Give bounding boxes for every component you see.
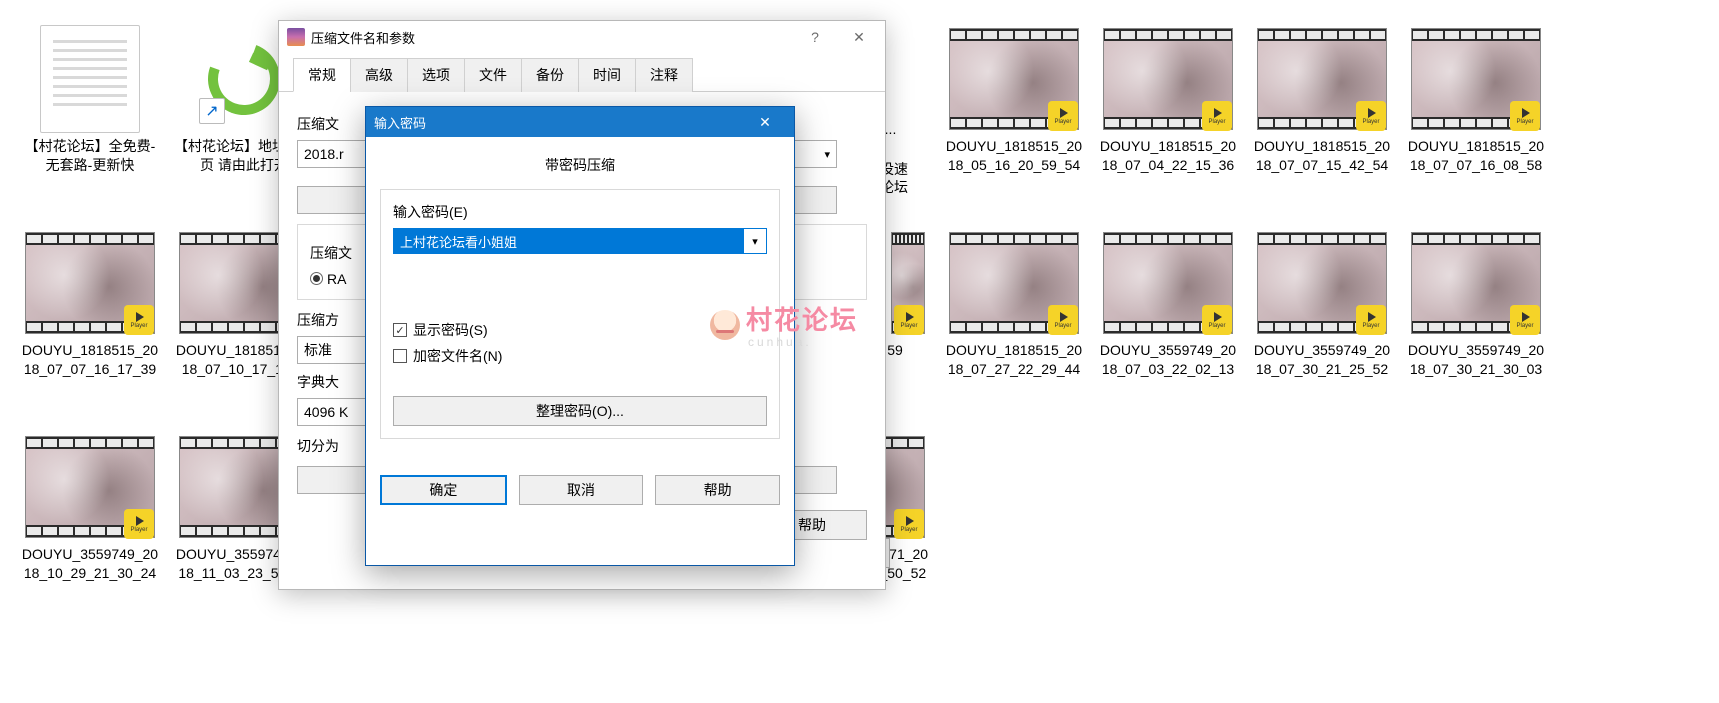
player-badge-icon: Player — [1356, 305, 1386, 335]
video-file[interactable]: Player DOUYU_1818515_2018_07_27_22_29_44 — [939, 229, 1089, 429]
dialog2-cancel-button[interactable]: 取消 — [519, 475, 644, 505]
dialog2-subtitle: 带密码压缩 — [380, 155, 780, 175]
checkbox-unchecked-icon — [393, 349, 407, 363]
video-file[interactable]: Player DOUYU_1818515_2018_07_07_16_17_39 — [15, 229, 165, 429]
dict-select[interactable]: 4096 K — [297, 398, 367, 426]
show-password-label: 显示密码(S) — [413, 320, 488, 340]
filename-label: 压缩文 — [297, 114, 339, 134]
video-file[interactable]: Player DOUYU_3559749_2018_07_30_21_30_03 — [1401, 229, 1551, 429]
file-label: DOUYU_1818515_2018_07_07_16_08_58 — [1406, 137, 1546, 175]
video-file[interactable]: Player DOUYU_3559749_2018_07_03_22_02_13 — [1093, 229, 1243, 429]
password-dialog: 输入密码 ✕ 带密码压缩 输入密码(E) 上村花论坛看小姐姐 ▾ ✓ 显示密码(… — [365, 106, 795, 566]
password-combobox[interactable]: 上村花论坛看小姐姐 ▾ — [393, 228, 767, 254]
file-label: DOUYU_1818515_2018_07_07_16_17_39 — [20, 341, 160, 379]
file-label: DOUYU_1818515_2018_05_16_20_59_54 — [944, 137, 1084, 175]
tab-时间[interactable]: 时间 — [578, 58, 636, 92]
file-label: DOUYU_1818515_2018_07_07_15_42_54 — [1252, 137, 1392, 175]
player-badge-icon: Player — [1510, 305, 1540, 335]
chevron-down-icon: ▾ — [824, 148, 830, 161]
dialog1-tabs: 常规高级选项文件备份时间注释 — [279, 53, 885, 92]
show-password-checkbox[interactable]: ✓ 显示密码(S) — [393, 320, 767, 340]
player-badge-icon: Player — [1356, 101, 1386, 131]
dialog2-close-button[interactable]: ✕ — [744, 108, 786, 136]
player-badge-icon: Player — [124, 305, 154, 335]
player-badge-icon: Player — [894, 509, 924, 539]
dialog2-ok-button[interactable]: 确定 — [380, 475, 507, 505]
dialog2-help-button[interactable]: 帮助 — [655, 475, 780, 505]
method-label: 压缩方 — [297, 310, 339, 330]
shortcut-arrow-icon: ↗ — [199, 98, 225, 124]
file-label: DOUYU_3559749_2018_07_30_21_25_52 — [1252, 341, 1392, 379]
dialog1-titlebar[interactable]: 压缩文件名和参数 ? ✕ — [279, 21, 885, 53]
format-label: 压缩文 — [310, 243, 352, 263]
rar-icon — [287, 28, 305, 46]
dialog2-title: 输入密码 — [374, 113, 744, 132]
tab-选项[interactable]: 选项 — [407, 58, 465, 92]
text-doc-icon — [40, 25, 140, 133]
format-rar-radio[interactable]: RA — [310, 271, 346, 287]
player-badge-icon: Player — [894, 305, 924, 335]
player-badge-icon: Player — [1202, 305, 1232, 335]
video-file[interactable]: Player DOUYU_3559749_2018_07_30_21_25_52 — [1247, 229, 1397, 429]
player-badge-icon: Player — [1510, 101, 1540, 131]
player-badge-icon: Player — [1048, 305, 1078, 335]
dialog2-titlebar[interactable]: 输入密码 ✕ — [366, 107, 794, 137]
file-label: DOUYU_3559749_2018_07_03_22_02_13 — [1098, 341, 1238, 379]
file-label: DOUYU_3559749_2018_07_30_21_30_03 — [1406, 341, 1546, 379]
player-badge-icon: Player — [1048, 101, 1078, 131]
file-label: DOUYU_1818515_2018_07_04_22_15_36 — [1098, 137, 1238, 175]
video-file[interactable]: Player DOUYU_1818515_2018_07_07_15_42_54 — [1247, 25, 1397, 225]
browser-icon: ↗ — [199, 34, 289, 124]
dialog1-title: 压缩文件名和参数 — [311, 28, 793, 47]
encrypt-filenames-label: 加密文件名(N) — [413, 346, 502, 366]
video-file[interactable]: Player DOUYU_3559749_2018_10_29_21_30_24 — [15, 433, 165, 633]
method-value: 标准 — [304, 340, 332, 360]
chevron-down-icon[interactable]: ▾ — [744, 229, 766, 253]
password-value: 上村花论坛看小姐姐 — [394, 229, 744, 253]
player-badge-icon: Player — [124, 509, 154, 539]
radio-rar-label: RA — [327, 271, 346, 287]
player-badge-icon: Player — [1202, 101, 1232, 131]
video-file[interactable]: Player DOUYU_1818515_2018_05_16_20_59_54 — [939, 25, 1089, 225]
password-group: 输入密码(E) 上村花论坛看小姐姐 ▾ ✓ 显示密码(S) 加密文件名(N) 整… — [380, 189, 780, 439]
video-file[interactable]: Player DOUYU_1818515_2018_07_07_16_08_58 — [1401, 25, 1551, 225]
tab-常规[interactable]: 常规 — [293, 58, 351, 92]
file-label: 【村花论坛】全免费-无套路-更新快 — [20, 137, 160, 175]
file-label: DOUYU_3559749_2018_10_29_21_30_24 — [20, 545, 160, 583]
text-document[interactable]: 【村花论坛】全免费-无套路-更新快 — [15, 25, 165, 225]
organize-passwords-button[interactable]: 整理密码(O)... — [393, 396, 767, 426]
split-label: 切分为 — [297, 436, 339, 456]
dialog2-body: 带密码压缩 输入密码(E) 上村花论坛看小姐姐 ▾ ✓ 显示密码(S) 加密文件… — [366, 137, 794, 463]
video-file[interactable]: Player DOUYU_1818515_2018_07_04_22_15_36 — [1093, 25, 1243, 225]
dict-value: 4096 K — [304, 404, 348, 420]
method-select[interactable]: 标准 — [297, 336, 367, 364]
password-label: 输入密码(E) — [393, 202, 767, 222]
encrypt-filenames-checkbox[interactable]: 加密文件名(N) — [393, 346, 767, 366]
radio-on-icon — [310, 272, 323, 285]
checkbox-checked-icon: ✓ — [393, 323, 407, 337]
dialog1-close-button[interactable]: ✕ — [837, 22, 881, 52]
dict-label: 字典大 — [297, 372, 339, 392]
tab-高级[interactable]: 高级 — [350, 58, 408, 92]
dialog2-footer: 确定 取消 帮助 — [366, 463, 794, 521]
tab-文件[interactable]: 文件 — [464, 58, 522, 92]
file-label: DOUYU_1818515_2018_07_27_22_29_44 — [944, 341, 1084, 379]
dialog1-help-button[interactable]: ? — [793, 22, 837, 52]
tab-备份[interactable]: 备份 — [521, 58, 579, 92]
tab-注释[interactable]: 注释 — [635, 58, 693, 92]
filename-value: 2018.r — [304, 146, 344, 162]
